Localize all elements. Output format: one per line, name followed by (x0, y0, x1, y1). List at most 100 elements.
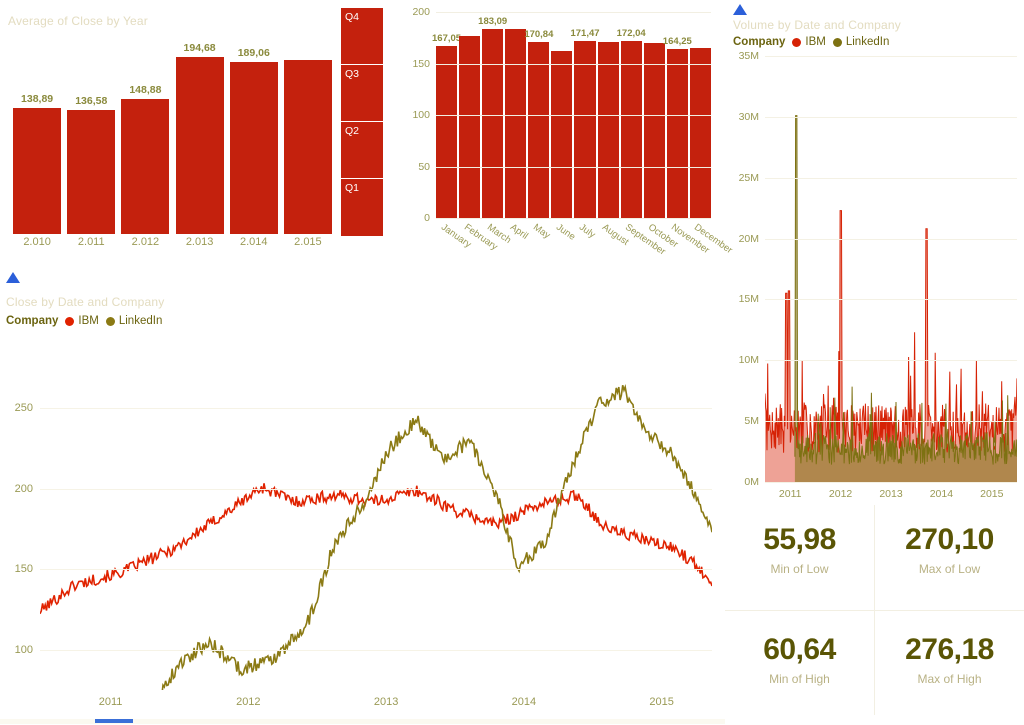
kpi-value: 60,64 (763, 633, 836, 667)
month-y-axis-tick: 0 (424, 212, 430, 224)
kpi-card[interactable]: 55,98 Min of Low (725, 505, 874, 595)
line-gridline (40, 569, 712, 571)
volume-legend-item-ibm[interactable]: IBM (792, 36, 826, 48)
quarter-segment-q4[interactable]: Q4 (341, 8, 383, 65)
quarter-segment-label: Q3 (345, 68, 360, 80)
month-axis-label-cell: June (551, 222, 577, 268)
year-bar-column[interactable]: 189,06 (229, 34, 278, 234)
year-bar[interactable] (121, 98, 170, 234)
scrollbar-thumb[interactable] (95, 719, 133, 723)
month-bar[interactable] (574, 41, 596, 218)
year-bar-column[interactable]: 194,68 (175, 34, 224, 234)
year-bar-value-label: 194,68 (183, 42, 216, 55)
volume-y-axis-tick: 25M (738, 171, 759, 184)
volume-gridline (765, 299, 1017, 301)
kpi-label: Max of Low (918, 561, 981, 576)
month-bar[interactable] (505, 29, 527, 218)
average-close-by-month-visual[interactable]: 167,05 183,09 170,84 171,47 172,04 164,25 0 50… (400, 0, 734, 268)
month-bar[interactable] (597, 42, 619, 218)
line-legend-item-linkedin[interactable]: LinkedIn (105, 315, 163, 327)
volume-gridline (765, 421, 1017, 423)
volume-gridline (765, 116, 1017, 118)
month-plot-area: 167,05 183,09 170,84 171,47 172,04 164,25 0 50… (412, 6, 711, 224)
line-gridline (40, 488, 712, 490)
month-bar[interactable] (643, 43, 665, 218)
year-bar-value-label: 136,58 (75, 94, 108, 107)
month-axis-label-cell: February (459, 222, 499, 268)
year-bar-value-label: 148,88 (129, 83, 162, 96)
month-axis-label-cell: April (505, 222, 530, 268)
year-bar[interactable] (67, 109, 116, 234)
line-legend-text-linkedin: LinkedIn (118, 315, 163, 327)
month-bar-value-label: 170,84 (524, 29, 554, 41)
volume-x-axis-tick: 2013 (879, 488, 903, 500)
quarter-slicer[interactable]: Q4 Q3 Q2 Q1 (341, 8, 383, 236)
filter-arrow-icon-line (6, 272, 20, 283)
year-bar[interactable] (283, 59, 332, 234)
month-bar[interactable] (689, 48, 711, 218)
volume-by-date-and-company-visual[interactable]: Volume by Date and Company Company IBM L… (725, 0, 1024, 505)
volume-legend-text-ibm: IBM (805, 36, 826, 48)
line-x-axis-tick: 2011 (98, 696, 123, 708)
volume-legend[interactable]: Company IBM LinkedIn (733, 36, 889, 48)
line-legend[interactable]: Company IBM LinkedIn (6, 315, 162, 327)
close-by-date-and-company-visual[interactable]: Close by Date and Company Company IBM Li… (0, 268, 725, 725)
volume-legend-item-linkedin[interactable]: LinkedIn (832, 36, 889, 48)
month-bar[interactable] (620, 40, 642, 218)
line-series-ibm (40, 483, 712, 615)
line-legend-item-ibm[interactable]: IBM (65, 315, 99, 327)
volume-y-axis-tick: 30M (738, 110, 759, 123)
month-gridline (436, 218, 711, 219)
month-axis-label: April (507, 221, 530, 242)
year-axis-label: 2.015 (294, 236, 322, 248)
month-bar[interactable] (436, 45, 458, 218)
month-bar-value-label: 172,04 (616, 27, 646, 39)
volume-gridline (765, 177, 1017, 179)
line-y-axis-tick: 200 (14, 482, 33, 495)
year-bar-column[interactable]: 148,88 (121, 34, 170, 234)
year-bar[interactable] (229, 62, 278, 234)
month-bar[interactable] (528, 42, 550, 218)
year-bar-column[interactable]: 136,58 (67, 34, 116, 234)
line-y-axis-tick: 150 (14, 563, 33, 576)
kpi-card[interactable]: 276,18 Max of High (875, 615, 1024, 705)
line-chart-title: Close by Date and Company (6, 295, 165, 309)
line-x-axis-tick: 2013 (373, 696, 399, 708)
month-bar[interactable] (666, 48, 688, 218)
quarter-segment-q2[interactable]: Q2 (341, 122, 383, 179)
kpi-value: 270,10 (905, 523, 994, 557)
kpi-value: 55,98 (763, 523, 836, 557)
volume-y-axis-tick: 20M (738, 232, 759, 245)
kpi-label: Min of High (769, 671, 830, 686)
month-axis-label-cell: September (621, 222, 667, 268)
volume-gridline (765, 56, 1017, 57)
year-axis-label: 2.014 (239, 236, 268, 248)
kpi-card[interactable]: 270,10 Max of Low (875, 505, 1024, 595)
month-bar[interactable] (482, 29, 504, 218)
month-bar[interactable] (551, 50, 573, 218)
volume-chart-title: Volume by Date and Company (733, 18, 901, 32)
month-gridline (436, 115, 711, 116)
quarter-segment-q3[interactable]: Q3 (341, 65, 383, 122)
year-bar-column[interactable] (283, 34, 332, 234)
month-bar-value-label: 164,25 (662, 35, 692, 47)
quarter-segment-q1[interactable]: Q1 (341, 179, 383, 236)
line-series-linkedin (161, 383, 712, 690)
line-plot-area: 100 150 200 250 2011 2012 2013 2014 2015 (15, 360, 712, 708)
year-axis-label: 2.010 (23, 236, 51, 248)
month-gridline (436, 166, 711, 168)
year-bar[interactable] (175, 57, 224, 234)
quarter-segment-label: Q4 (345, 11, 360, 23)
kpi-card[interactable]: 60,64 Min of High (725, 615, 874, 705)
month-gridline (436, 63, 711, 65)
month-axis-label-cell: October (644, 222, 680, 268)
horizontal-scrollbar[interactable] (0, 719, 725, 724)
volume-y-axis-tick: 5M (744, 415, 759, 428)
year-chart-title: Average of Close by Year (8, 14, 149, 28)
year-bar[interactable] (13, 107, 62, 234)
year-axis-label: 2.013 (185, 236, 214, 248)
volume-x-axis-tick: 2014 (929, 488, 954, 500)
line-x-axis-tick: 2015 (649, 696, 674, 708)
year-bar-column[interactable]: 138,89 (13, 34, 62, 234)
average-close-by-year-visual[interactable]: Average of Close by Year 138,89 136,58 148… (0, 0, 400, 268)
